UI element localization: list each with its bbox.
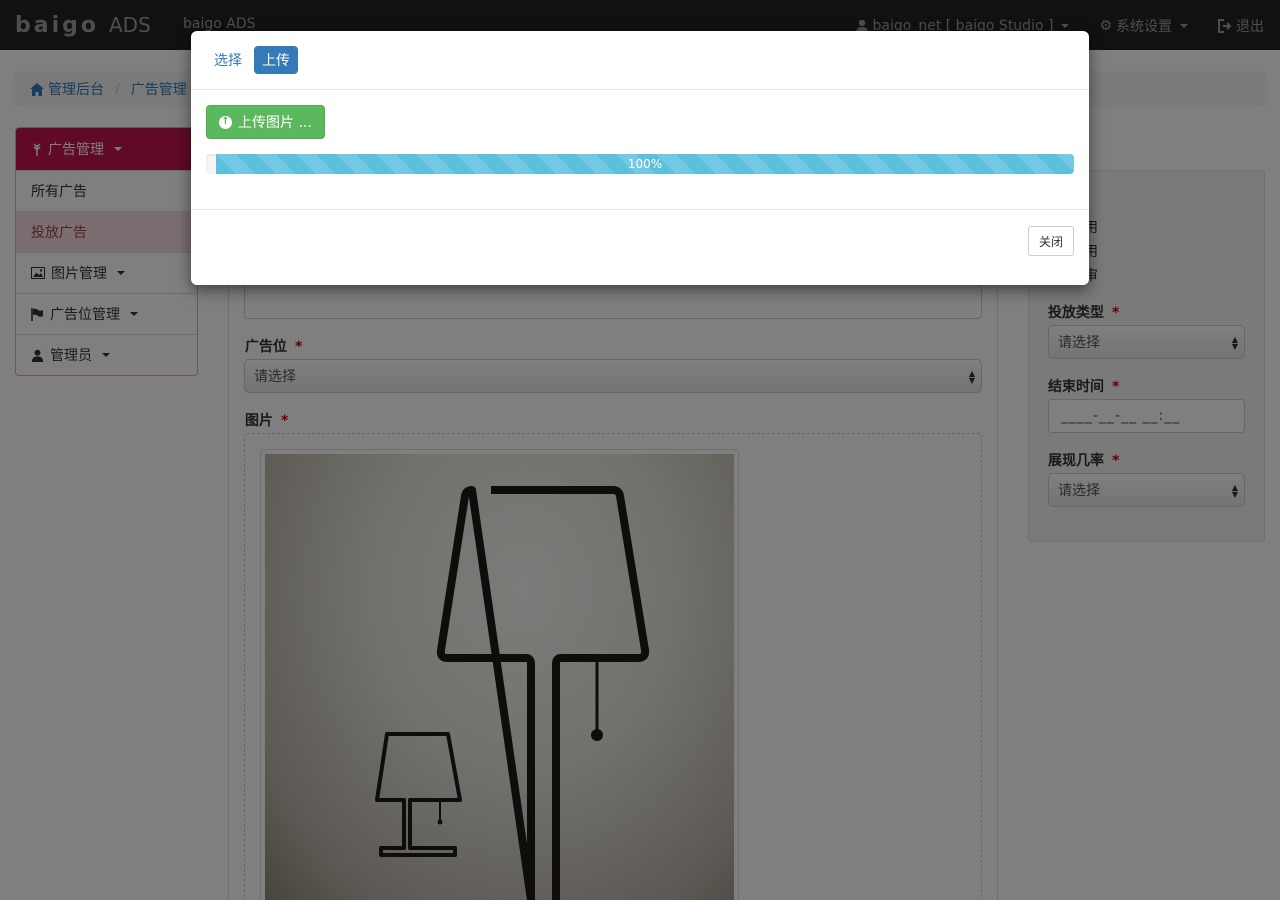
upload-button-label: 上传图片 ... xyxy=(238,115,312,131)
upload-progress-bar: 100% xyxy=(216,154,1074,174)
progress-label: 100% xyxy=(627,157,663,171)
upload-modal: 选择 上传 ↑ 上传图片 ... 100% 关闭 xyxy=(191,31,1089,285)
close-button[interactable]: 关闭 xyxy=(1027,226,1074,256)
modal-footer: 关闭 xyxy=(191,210,1089,284)
upload-progress: 100% xyxy=(206,154,1074,174)
tab-select[interactable]: 选择 xyxy=(206,46,250,74)
tab-upload[interactable]: 上传 xyxy=(254,46,298,74)
upload-circle-icon: ↑ xyxy=(219,115,232,129)
upload-image-button[interactable]: ↑ 上传图片 ... xyxy=(206,105,325,139)
modal-header: 选择 上传 xyxy=(191,31,1089,90)
modal-body: ↑ 上传图片 ... 100% xyxy=(191,90,1089,210)
